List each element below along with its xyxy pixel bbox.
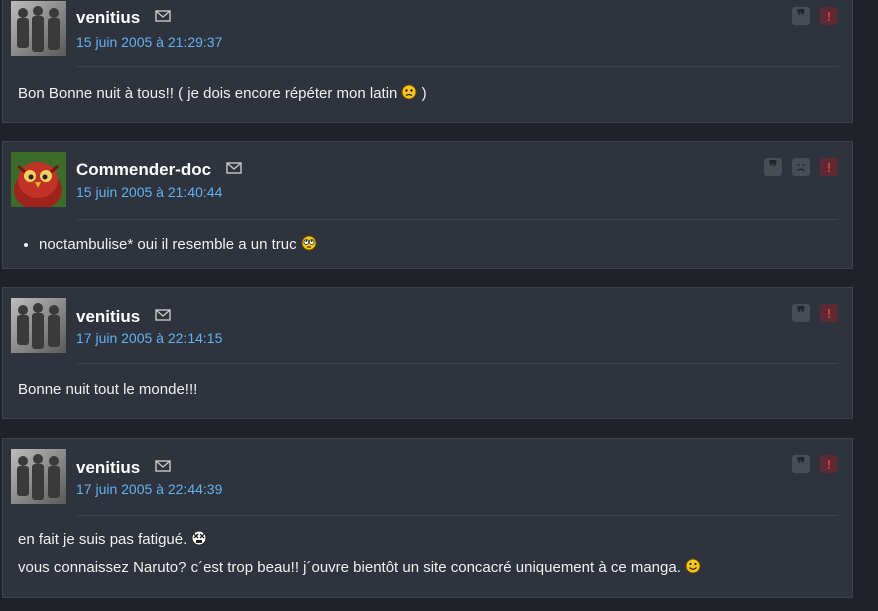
post-actions: ❞ !: [764, 157, 838, 176]
post-text: en fait je suis pas fatigué.: [18, 531, 188, 548]
post-text: noctambulise* oui il resemble a un truc: [39, 236, 297, 253]
avatar[interactable]: [11, 152, 66, 207]
divider: [76, 363, 838, 364]
quote-icon[interactable]: ❞: [792, 6, 810, 25]
rolling-eyes-smiley-icon: [301, 234, 317, 260]
post-date[interactable]: 17 juin 2005 à 22:44:39: [76, 481, 222, 497]
silhouettes-avatar-icon: [11, 298, 66, 353]
post-date[interactable]: 17 juin 2005 à 22:14:15: [76, 330, 222, 346]
post-body: Bon Bonne nuit à tous!! ( je dois encore…: [18, 81, 427, 109]
post: venitius 17 juin 2005 à 22:14:15 ❞ ! Bon…: [2, 287, 853, 419]
report-icon[interactable]: !: [820, 7, 838, 25]
avatar[interactable]: [11, 449, 66, 504]
smile-smiley-icon: [685, 557, 701, 583]
quote-icon[interactable]: ❞: [764, 157, 782, 176]
frown-icon[interactable]: [792, 158, 810, 176]
report-icon[interactable]: !: [820, 455, 838, 473]
quote-icon[interactable]: ❞: [792, 454, 810, 473]
divider: [76, 219, 838, 220]
avatar[interactable]: [11, 298, 66, 353]
divider: [76, 515, 838, 516]
mail-icon[interactable]: [226, 159, 242, 179]
post-date[interactable]: 15 juin 2005 à 21:29:37: [76, 34, 222, 50]
post-body: noctambulise* oui il resemble a un truc: [18, 232, 317, 260]
post-text: Bonne nuit tout le monde!!!: [18, 381, 198, 398]
quote-icon[interactable]: ❞: [792, 303, 810, 322]
dizzy-smiley-icon: [191, 529, 207, 555]
post-line: en fait je suis pas fatigué.: [18, 527, 701, 555]
author-name[interactable]: venitius: [76, 307, 140, 326]
post-text: Bon Bonne nuit à tous!! ( je dois encore…: [18, 85, 398, 102]
post-actions: ❞ !: [792, 6, 838, 25]
report-icon[interactable]: !: [820, 158, 838, 176]
post-body: Bonne nuit tout le monde!!!: [18, 377, 197, 403]
post-text-end: ): [421, 85, 427, 102]
post-line: vous connaissez Naruto? c´est trop beau!…: [18, 555, 701, 583]
mail-icon[interactable]: [155, 7, 171, 27]
post-date[interactable]: 15 juin 2005 à 21:40:44: [76, 184, 222, 200]
author-name[interactable]: venitius: [76, 8, 140, 27]
author-name[interactable]: Commender-doc: [76, 160, 211, 179]
post: venitius 15 juin 2005 à 21:29:37 ❞ ! Bon…: [2, 0, 853, 123]
author-name[interactable]: venitius: [76, 458, 140, 477]
divider: [76, 66, 838, 67]
report-icon[interactable]: !: [820, 304, 838, 322]
post-actions: ❞ !: [792, 454, 838, 473]
post: Commender-doc 15 juin 2005 à 21:40:44 ❞ …: [2, 141, 853, 269]
worried-smiley-icon: [401, 83, 417, 109]
bullet-list: noctambulise* oui il resemble a un truc: [39, 232, 317, 260]
silhouettes-avatar-icon: [11, 1, 66, 56]
post-actions: ❞ !: [792, 303, 838, 322]
silhouettes-avatar-icon: [11, 449, 66, 504]
list-item: noctambulise* oui il resemble a un truc: [39, 232, 317, 260]
owl-avatar-icon: [11, 152, 66, 207]
mail-icon[interactable]: [155, 457, 171, 477]
avatar[interactable]: [11, 1, 66, 56]
post: venitius 17 juin 2005 à 22:44:39 ❞ ! en …: [2, 438, 853, 598]
mail-icon[interactable]: [155, 306, 171, 326]
post-text: vous connaissez Naruto? c´est trop beau!…: [18, 559, 681, 576]
post-body: en fait je suis pas fatigué. vous connai…: [18, 527, 701, 583]
